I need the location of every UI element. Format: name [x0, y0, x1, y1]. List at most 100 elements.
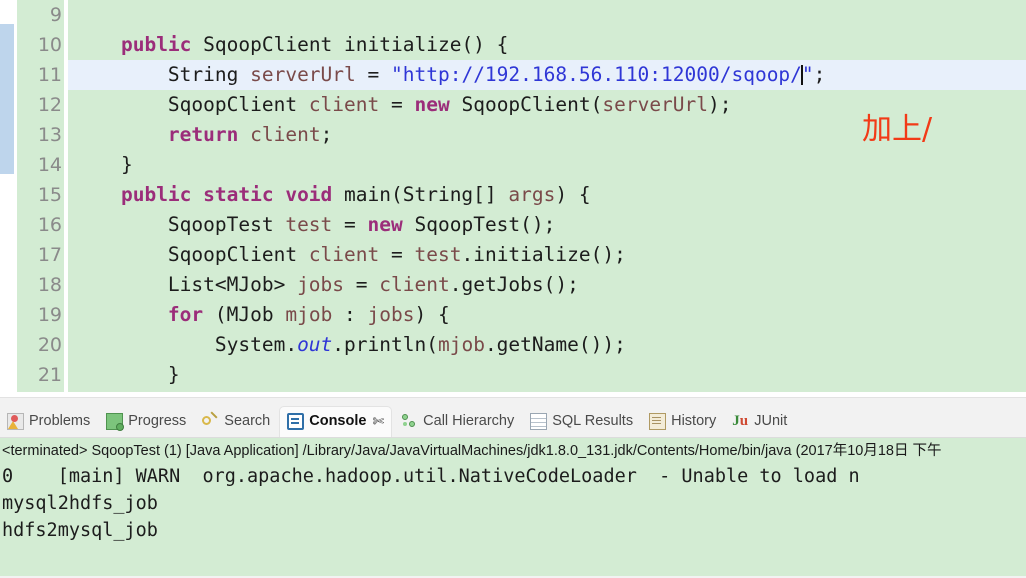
tab-progress[interactable]: Progress: [99, 407, 193, 435]
close-icon[interactable]: ✄: [372, 413, 384, 430]
code-token: ": [801, 63, 814, 86]
code-line[interactable]: String serverUrl = "http://192.168.56.11…: [68, 60, 1026, 90]
code-token: args: [508, 183, 556, 206]
tab-label: Problems: [29, 412, 91, 429]
code-token: test: [285, 213, 333, 236]
code-token: new: [414, 93, 450, 116]
progress-icon: [106, 412, 125, 431]
line-number-label: 15: [37, 184, 62, 206]
line-number[interactable]: 9: [17, 0, 64, 30]
line-number[interactable]: 20: [17, 330, 64, 360]
code-line[interactable]: SqoopTest test = new SqoopTest();: [68, 210, 1026, 240]
bottom-view-panel: Problems Progress Search Console ✄ Call Hiera…: [0, 398, 1026, 578]
code-line[interactable]: [68, 0, 1026, 30]
tab-label: Console: [309, 413, 367, 430]
code-line[interactable]: public SqoopClient initialize() {: [68, 30, 1026, 60]
code-token: main(String[]: [332, 183, 509, 206]
line-number[interactable]: 13: [17, 120, 64, 150]
java-source-editor[interactable]: 9 10 11 12 13 14 15 16 17 18 19 20 21 public SqoopCl…: [0, 0, 1026, 398]
code-token: ) {: [555, 183, 591, 206]
line-number-label: 21: [37, 364, 62, 386]
line-number-label: 9: [49, 4, 62, 26]
code-token: System.: [74, 333, 298, 356]
code-line[interactable]: }: [68, 150, 1026, 180]
code-token: :: [332, 303, 368, 326]
console-output-view[interactable]: <terminated> SqoopTest (1) [Java Applica…: [0, 438, 1026, 576]
line-number[interactable]: 16: [17, 210, 64, 240]
code-token: mjob: [285, 303, 333, 326]
code-token: List<MJob>: [74, 273, 298, 296]
code-token: serverUrl: [602, 93, 709, 116]
line-number-label: 12: [37, 94, 62, 116]
code-token: jobs: [367, 303, 415, 326]
line-number[interactable]: 11: [17, 60, 64, 90]
code-line[interactable]: List<MJob> jobs = client.getJobs();: [68, 270, 1026, 300]
red-annotation-text: 加上/: [862, 112, 933, 147]
code-line[interactable]: }: [68, 360, 1026, 390]
code-token: test: [414, 243, 462, 266]
code-token: .getName());: [484, 333, 626, 356]
tab-label: History: [671, 412, 717, 429]
code-token: String: [74, 63, 251, 86]
line-number[interactable]: 19: [17, 300, 64, 330]
code-token: "http://192.168.56.110:12000/sqoop/: [391, 63, 802, 86]
code-token: jobs: [297, 273, 345, 296]
code-token: ;: [320, 123, 333, 146]
code-line[interactable]: System.out.println(mjob.getName());: [68, 330, 1026, 360]
line-number[interactable]: 15: [17, 180, 77, 210]
line-number[interactable]: 21: [17, 360, 64, 390]
console-launch-description: <terminated> SqoopTest (1) [Java Applica…: [2, 443, 942, 459]
view-tab-bar[interactable]: Problems Progress Search Console ✄ Call Hiera…: [0, 404, 1026, 438]
code-token: serverUrl: [250, 63, 356, 86]
code-token: SqoopTest: [74, 213, 286, 236]
line-number-label: 13: [37, 124, 62, 146]
code-token: }: [74, 153, 133, 176]
code-token: SqoopClient initialize() {: [191, 33, 509, 56]
problems-icon: [7, 412, 24, 430]
console-output-line: mysql2hdfs_job: [2, 493, 158, 514]
code-token: SqoopTest();: [402, 213, 556, 236]
tab-sql-results[interactable]: SQL Results: [523, 407, 640, 435]
history-icon: [649, 412, 667, 430]
code-token: return: [167, 123, 239, 146]
code-token: =: [355, 63, 392, 86]
code-text-area[interactable]: public SqoopClient initialize() { String…: [68, 0, 1026, 392]
line-number[interactable]: 18: [17, 270, 64, 300]
tab-console[interactable]: Console ✄: [279, 405, 393, 437]
line-number[interactable]: 12: [17, 90, 64, 120]
line-number-label: 17: [37, 244, 62, 266]
code-token: }: [74, 363, 180, 386]
line-number-gutter[interactable]: 9 10 11 12 13 14 15 16 17 18 19 20 21: [17, 0, 77, 392]
code-token: ) {: [414, 303, 450, 326]
call-hierarchy-icon: [401, 413, 418, 430]
code-token: client: [308, 243, 380, 266]
line-number[interactable]: 10: [17, 30, 77, 60]
tab-label: SQL Results: [552, 412, 634, 429]
code-token: =: [332, 213, 368, 236]
tab-junit[interactable]: Ju JUnit: [725, 407, 794, 435]
tab-problems[interactable]: Problems: [0, 407, 97, 435]
code-token: .getJobs();: [449, 273, 579, 296]
tab-call-hierarchy[interactable]: Call Hierarchy: [394, 407, 521, 435]
code-token: client: [379, 273, 450, 296]
code-line[interactable]: SqoopClient client = test.initialize();: [68, 240, 1026, 270]
code-line[interactable]: for (MJob mjob : jobs) {: [68, 300, 1026, 330]
line-number-label: 10: [37, 34, 62, 56]
line-number[interactable]: 14: [17, 150, 64, 180]
tab-search[interactable]: Search: [195, 407, 277, 435]
console-output-line: hdfs2mysql_job: [2, 520, 158, 541]
tab-history[interactable]: History: [642, 407, 723, 435]
method-scope-indicator: [0, 24, 14, 174]
code-token: for: [167, 303, 204, 326]
code-token: SqoopClient(: [449, 93, 603, 116]
console-output-line: 0 [main] WARN org.apache.hadoop.util.Nat…: [2, 466, 860, 487]
code-line[interactable]: public static void main(String[] args) {: [68, 180, 1026, 210]
line-number[interactable]: 17: [17, 240, 64, 270]
code-token: public static void: [120, 183, 333, 206]
code-token: =: [344, 273, 380, 296]
code-token: (MJob: [203, 303, 286, 326]
